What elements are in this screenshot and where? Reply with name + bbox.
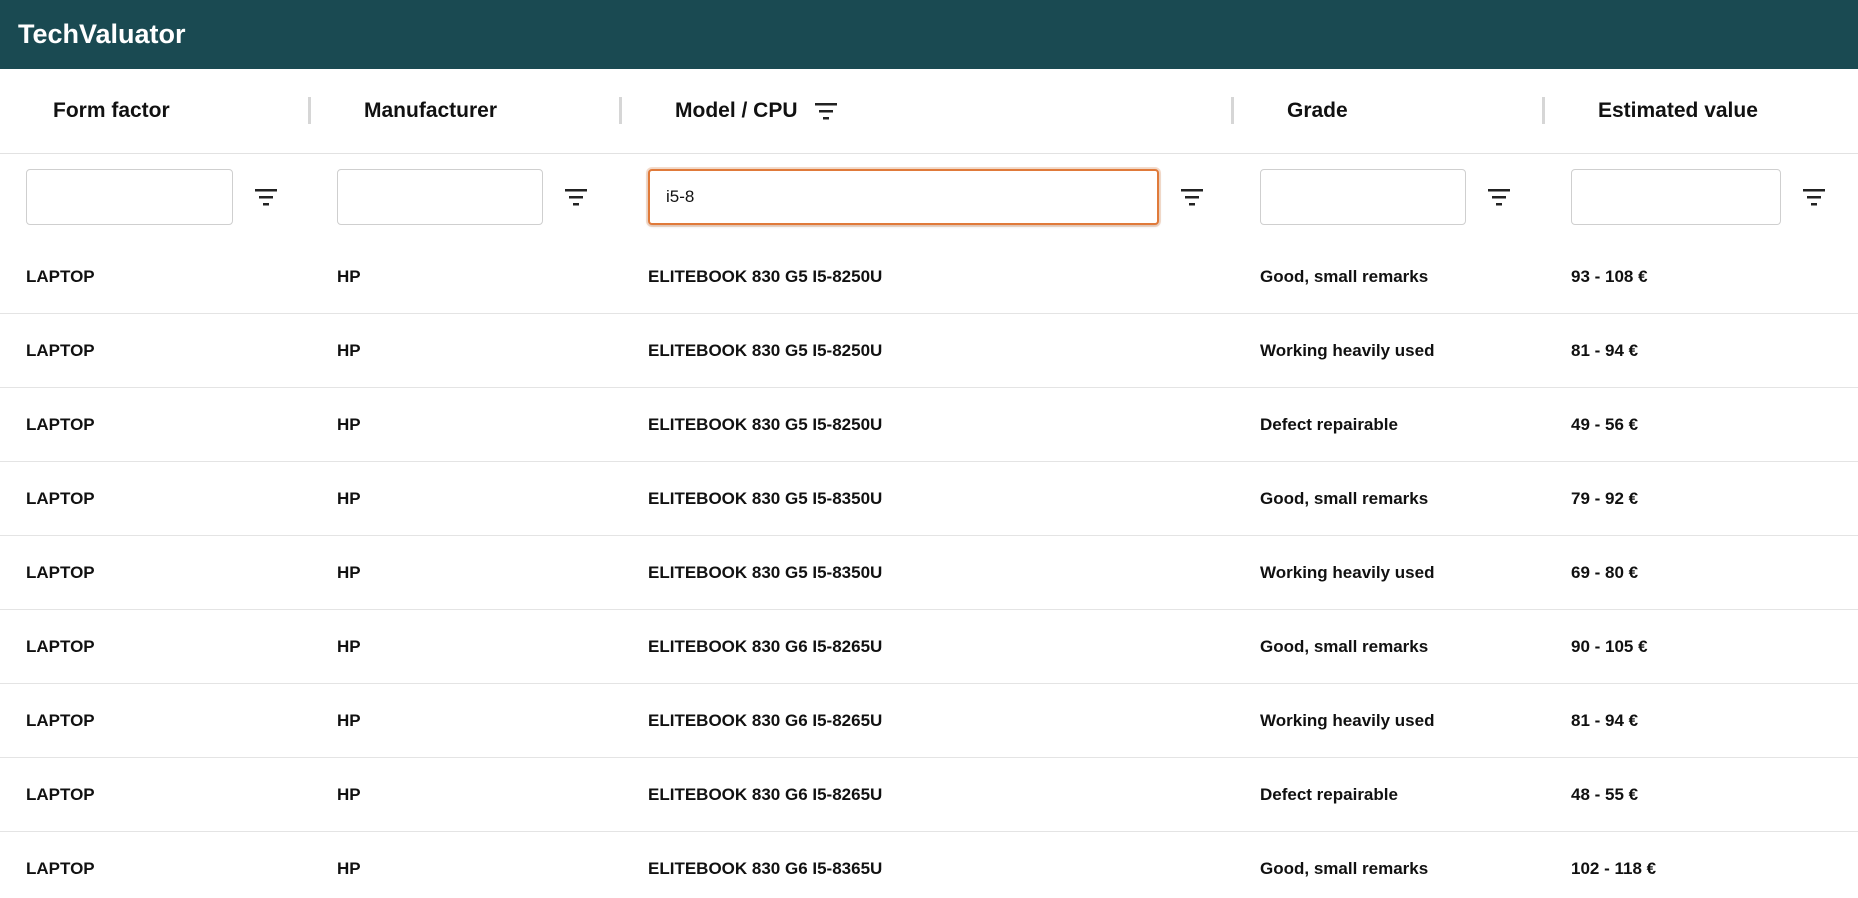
column-header-form-factor[interactable]: Form factor: [0, 69, 311, 153]
cell-grade: Defect repairable: [1260, 414, 1398, 434]
filter-cell-estimated-value: [1545, 154, 1858, 240]
column-header-label: Manufacturer: [364, 99, 498, 122]
cell-grade: Working heavily used: [1260, 562, 1435, 582]
cell-form-factor: LAPTOP: [26, 636, 95, 656]
filter-input-estimated-value[interactable]: [1571, 169, 1781, 225]
cell-manufacturer: HP: [337, 859, 361, 878]
filter-icon[interactable]: [563, 186, 589, 208]
cell-estimated-value: 81 - 94 €: [1571, 710, 1639, 730]
cell-manufacturer: HP: [337, 562, 361, 582]
filter-icon[interactable]: [1179, 186, 1205, 208]
column-header-label: Model / CPU: [675, 99, 798, 122]
cell-estimated-value: 79 - 92 €: [1571, 488, 1639, 508]
table-row[interactable]: LAPTOP HP ELITEBOOK 830 G5 I5-8350U Good…: [0, 462, 1858, 536]
cell-grade: Good, small remarks: [1260, 266, 1429, 286]
cell-form-factor: LAPTOP: [26, 266, 95, 286]
filter-icon[interactable]: [1486, 186, 1512, 208]
cell-estimated-value: 48 - 55 €: [1571, 784, 1639, 804]
cell-model-cpu: ELITEBOOK 830 G5 I5-8250U: [648, 340, 883, 360]
cell-grade: Good, small remarks: [1260, 636, 1429, 656]
cell-form-factor: LAPTOP: [26, 784, 95, 804]
filter-input-model-cpu[interactable]: [648, 169, 1159, 225]
cell-estimated-value: 90 - 105 €: [1571, 636, 1648, 656]
cell-form-factor: LAPTOP: [26, 562, 95, 582]
filter-input-grade[interactable]: [1260, 169, 1466, 225]
cell-model-cpu: ELITEBOOK 830 G5 I5-8350U: [648, 488, 883, 508]
cell-model-cpu: ELITEBOOK 830 G6 I5-8265U: [648, 710, 883, 730]
filter-icon[interactable]: [1801, 186, 1827, 208]
cell-manufacturer: HP: [337, 784, 361, 804]
cell-manufacturer: HP: [337, 340, 361, 360]
filter-icon[interactable]: [253, 186, 279, 208]
cell-form-factor: LAPTOP: [26, 859, 95, 878]
filter-input-form-factor[interactable]: [26, 169, 233, 225]
valuation-grid: Form factor Manufacturer Model / CPU Gra…: [0, 69, 1858, 898]
cell-grade: Working heavily used: [1260, 710, 1435, 730]
cell-form-factor: LAPTOP: [26, 488, 95, 508]
cell-estimated-value: 49 - 56 €: [1571, 414, 1639, 434]
app-header: TechValuator: [0, 0, 1858, 69]
cell-model-cpu: ELITEBOOK 830 G5 I5-8350U: [648, 562, 883, 582]
table-row[interactable]: LAPTOP HP ELITEBOOK 830 G6 I5-8265U Work…: [0, 684, 1858, 758]
table-row[interactable]: LAPTOP HP ELITEBOOK 830 G5 I5-8250U Defe…: [0, 388, 1858, 462]
cell-grade: Working heavily used: [1260, 340, 1435, 360]
table-row[interactable]: LAPTOP HP ELITEBOOK 830 G6 I5-8265U Defe…: [0, 758, 1858, 832]
cell-grade: Defect repairable: [1260, 784, 1398, 804]
column-header-label: Grade: [1287, 99, 1348, 122]
cell-manufacturer: HP: [337, 488, 361, 508]
cell-manufacturer: HP: [337, 636, 361, 656]
cell-manufacturer: HP: [337, 266, 361, 286]
filter-input-manufacturer[interactable]: [337, 169, 543, 225]
cell-grade: Good, small remarks: [1260, 488, 1429, 508]
cell-manufacturer: HP: [337, 414, 361, 434]
cell-estimated-value: 93 - 108 €: [1571, 266, 1648, 286]
cell-manufacturer: HP: [337, 710, 361, 730]
table-row[interactable]: LAPTOP HP ELITEBOOK 830 G6 I5-8365U Good…: [0, 832, 1858, 898]
grid-body: LAPTOP HP ELITEBOOK 830 G5 I5-8250U Good…: [0, 240, 1858, 898]
table-row[interactable]: LAPTOP HP ELITEBOOK 830 G5 I5-8350U Work…: [0, 536, 1858, 610]
cell-model-cpu: ELITEBOOK 830 G6 I5-8365U: [648, 859, 883, 878]
grid-header-row: Form factor Manufacturer Model / CPU Gra…: [0, 69, 1858, 154]
column-header-estimated-value[interactable]: Estimated value: [1545, 69, 1858, 153]
filter-cell-form-factor: [0, 154, 311, 240]
cell-estimated-value: 102 - 118 €: [1571, 859, 1657, 878]
cell-model-cpu: ELITEBOOK 830 G6 I5-8265U: [648, 784, 883, 804]
cell-estimated-value: 81 - 94 €: [1571, 340, 1639, 360]
filter-cell-model-cpu: [622, 154, 1234, 240]
filter-cell-manufacturer: [311, 154, 622, 240]
table-row[interactable]: LAPTOP HP ELITEBOOK 830 G6 I5-8265U Good…: [0, 610, 1858, 684]
cell-form-factor: LAPTOP: [26, 710, 95, 730]
cell-form-factor: LAPTOP: [26, 340, 95, 360]
grid-filter-row: [0, 154, 1858, 240]
cell-estimated-value: 69 - 80 €: [1571, 562, 1639, 582]
filter-active-icon[interactable]: [813, 100, 839, 122]
table-row[interactable]: LAPTOP HP ELITEBOOK 830 G5 I5-8250U Work…: [0, 314, 1858, 388]
column-header-grade[interactable]: Grade: [1234, 69, 1545, 153]
cell-model-cpu: ELITEBOOK 830 G5 I5-8250U: [648, 266, 883, 286]
column-header-manufacturer[interactable]: Manufacturer: [311, 69, 622, 153]
app-title: TechValuator: [18, 19, 186, 49]
column-header-model-cpu[interactable]: Model / CPU: [622, 69, 1234, 153]
cell-grade: Good, small remarks: [1260, 859, 1429, 878]
column-header-label: Form factor: [53, 99, 170, 122]
cell-model-cpu: ELITEBOOK 830 G5 I5-8250U: [648, 414, 883, 434]
table-row[interactable]: LAPTOP HP ELITEBOOK 830 G5 I5-8250U Good…: [0, 240, 1858, 314]
cell-form-factor: LAPTOP: [26, 414, 95, 434]
cell-model-cpu: ELITEBOOK 830 G6 I5-8265U: [648, 636, 883, 656]
column-header-label: Estimated value: [1598, 99, 1758, 122]
filter-cell-grade: [1234, 154, 1545, 240]
